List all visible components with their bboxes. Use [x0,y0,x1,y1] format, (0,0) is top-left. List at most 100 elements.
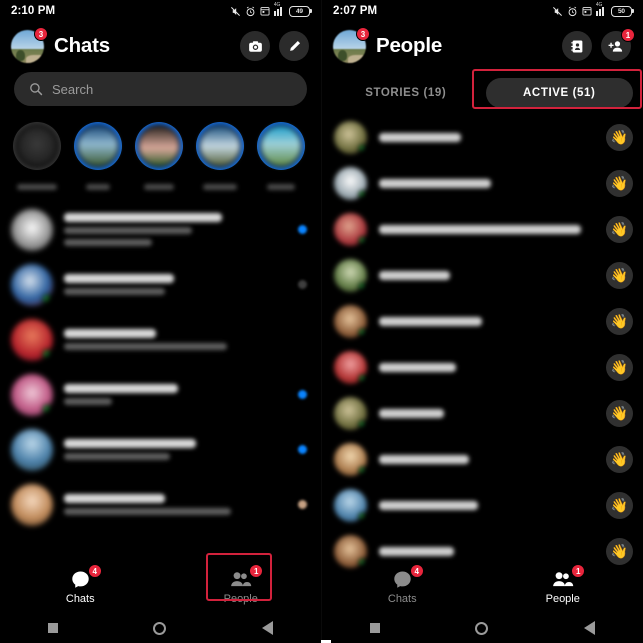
chat-row[interactable] [0,367,321,422]
wave-button[interactable]: 👋 [606,307,633,335]
chat-row[interactable] [0,257,321,312]
battery-level: 49 [295,7,303,15]
battery-level: 50 [617,7,625,15]
profile-avatar[interactable]: 3 [11,26,48,63]
wave-icon: 👋 [610,450,629,467]
person-row[interactable]: 👋 [322,206,643,252]
camera-icon[interactable] [240,31,270,61]
person-row[interactable]: 👋 [322,114,643,160]
people-header: 3 People 1 [322,22,643,70]
online-dot [42,293,53,305]
chat-bubble-icon: 4 [70,564,102,590]
search-container: Search [0,70,321,114]
person-row[interactable]: 👋 [322,390,643,436]
android-system-bar-left [0,613,321,643]
wave-icon: 👋 [610,358,629,375]
page-title: Chats [54,34,110,57]
chat-row[interactable] [0,202,321,257]
status-time: 2:07 PM [333,5,378,17]
person-row[interactable]: 👋 [322,436,643,482]
online-dot [358,419,367,430]
tab-active[interactable]: ACTIVE (51) [485,78,633,108]
chat-row[interactable] [0,312,321,367]
wave-button[interactable]: 👋 [606,215,633,243]
story-tile[interactable] [252,118,309,196]
story-tile[interactable] [8,118,65,196]
messenger-chats-screen: 2:10 PM 4G 49 3 Chats Search 4 Chats 1 P… [0,0,321,643]
back-button[interactable] [584,621,596,635]
story-tile[interactable] [130,118,187,196]
unread-indicator [295,445,309,454]
home-button[interactable] [153,621,167,635]
mute-icon [230,6,241,17]
story-tile[interactable] [69,118,126,196]
avatar-badge: 3 [356,26,370,41]
person-row[interactable]: 👋 [322,344,643,390]
nav-chats-label: Chats [387,593,417,605]
wave-button[interactable]: 👋 [606,123,633,151]
mute-icon [552,6,563,17]
online-dot [42,403,53,415]
people-icon: 1 [229,564,264,590]
compose-icon[interactable] [279,31,309,61]
alarm-icon [567,6,578,17]
person-row[interactable]: 👋 [322,160,643,206]
search-input[interactable]: Search [14,72,307,106]
back-button[interactable] [262,621,274,635]
search-icon [30,83,43,96]
person-row[interactable]: 👋 [322,298,643,344]
wave-icon: 👋 [610,404,629,421]
signal-4g-icon: 4G [273,2,285,16]
person-row[interactable]: 👋 [322,482,643,528]
online-dot [358,465,367,476]
home-button[interactable] [475,621,489,635]
nav-chats-button[interactable]: 4 Chats [0,564,161,609]
wave-button[interactable]: 👋 [606,261,633,289]
chat-row[interactable] [0,422,321,477]
wave-button[interactable]: 👋 [606,445,633,473]
story-tile[interactable] [191,118,248,196]
profile-avatar[interactable]: 3 [333,26,370,63]
status-bar-left: 2:10 PM 4G 49 [0,0,321,22]
wave-button[interactable]: 👋 [606,353,633,381]
people-badge: 1 [249,564,264,578]
avatar-badge: 3 [34,26,48,41]
chat-row[interactable] [0,477,321,532]
chat-bubble-icon: 4 [392,564,424,590]
online-dot [42,348,53,360]
nav-chats-button[interactable]: 4 Chats [322,564,483,609]
nav-people-button[interactable]: 1 People [161,564,322,609]
nav-people-label: People [545,593,580,605]
read-indicator [295,280,309,289]
active-people-list: 👋 👋 👋 👋 👋 👋 👋 👋 👋 👋 [322,114,643,574]
wave-button[interactable]: 👋 [606,169,633,197]
online-dot [358,327,367,338]
page-title: People [376,34,443,57]
wave-button[interactable]: 👋 [606,399,633,427]
online-dot [358,235,367,246]
add-person-badge: 1 [621,28,635,42]
wave-button[interactable]: 👋 [606,491,633,519]
chats-badge: 4 [87,564,102,578]
person-row[interactable]: 👋 [322,252,643,298]
add-person-icon[interactable]: 1 [601,28,635,61]
tab-stories[interactable]: STORIES (19) [332,78,480,108]
people-badge: 1 [571,564,586,578]
online-dot [358,189,367,200]
status-time: 2:10 PM [11,5,56,17]
recents-button[interactable] [47,623,58,633]
online-dot [358,373,367,384]
messenger-people-screen: 2:07 PM 4G 50 3 People 1 STORIES (19) AC… [321,0,643,643]
bottom-navigation-right: 4 Chats 1 People [322,561,643,613]
status-bar-right: 2:07 PM 4G 50 [322,0,643,22]
online-dot [358,143,367,154]
contacts-book-icon[interactable] [562,31,592,61]
search-placeholder: Search [52,81,94,97]
recents-button[interactable] [369,623,380,633]
calendar-icon [582,6,592,16]
header-actions: 1 [562,28,635,61]
nav-people-button[interactable]: 1 People [483,564,643,609]
calendar-icon [260,6,270,16]
wave-icon: 👋 [610,542,629,559]
bottom-navigation-left: 4 Chats 1 People [0,561,321,613]
